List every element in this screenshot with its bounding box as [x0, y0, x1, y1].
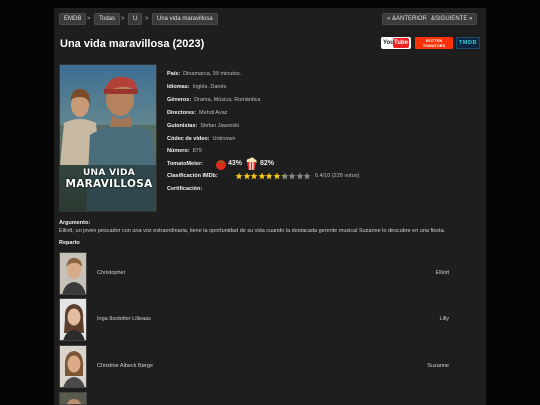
- info-label: Directores:: [167, 110, 197, 116]
- cast-name[interactable]: Christopher: [97, 269, 125, 277]
- cast-photo[interactable]: [59, 252, 87, 295]
- info-languages: Idiomas: Inglés, Danés: [167, 83, 226, 91]
- cast-photo-icon: [60, 253, 86, 294]
- previous-button[interactable]: « &ANTERIOR: [382, 13, 433, 25]
- cast-row[interactable]: Inga Ibsdotter Lilleaas Lilly: [59, 298, 449, 341]
- cast-role: Suzanne: [427, 363, 449, 369]
- critics-score: 43%: [228, 160, 243, 167]
- info-video-codec: Códec de vídeo: Unknown: [167, 135, 235, 143]
- info-number: Número: 879: [167, 147, 202, 155]
- info-label: Guionistas:: [167, 123, 198, 129]
- info-label: País:: [167, 71, 181, 77]
- poster-title-line1: UNA VIDA: [82, 168, 136, 178]
- cast-photo-icon: [60, 299, 86, 340]
- tomato-icon: [216, 160, 226, 170]
- info-value: Dinamarca, 99 minutos.: [183, 71, 242, 77]
- breadcrumb-emdb[interactable]: EMDB: [59, 13, 87, 25]
- next-button[interactable]: &SIGUIENTE »: [426, 13, 478, 25]
- info-label: Códec de vídeo:: [167, 136, 210, 142]
- info-country: País: Dinamarca, 99 minutos.: [167, 70, 241, 78]
- info-tomatometer: TomatoMeter:: [167, 160, 203, 168]
- breadcrumb-separator: >: [145, 16, 149, 22]
- cast-row[interactable]: Christopher Elliott: [59, 252, 449, 295]
- youtube-logo[interactable]: You Tube: [381, 37, 411, 49]
- plot-label: Argumento:: [59, 220, 91, 226]
- cast-name[interactable]: Christine Albeck Børge: [97, 362, 153, 370]
- audience-score: 82%: [260, 160, 275, 167]
- movie-poster[interactable]: UNA VIDA MARAVILLOSA: [59, 64, 157, 212]
- info-label: Clasificación IMDb:: [167, 173, 218, 179]
- cast-photo[interactable]: [59, 345, 87, 388]
- info-value[interactable]: Stefan Jaworski: [200, 123, 239, 129]
- poster-title-line2: MARAVILLOSA: [65, 178, 153, 190]
- info-label: Certificación:: [167, 186, 203, 192]
- info-certification: Certificación:: [167, 185, 205, 193]
- info-value: Unknown: [212, 136, 236, 142]
- info-value: Drama, Música, Romántica: [194, 97, 261, 103]
- rotten-logo-line2: TOMATOES: [422, 43, 446, 48]
- info-label: Géneros:: [167, 97, 192, 103]
- breadcrumb-separator: >: [121, 16, 125, 22]
- info-imdb: Clasificación IMDb:: [167, 172, 218, 180]
- youtube-logo-tube: Tube: [393, 38, 409, 48]
- info-label: Número:: [167, 148, 190, 154]
- info-value: Inglés, Danés: [192, 84, 227, 90]
- star-icon: [303, 172, 312, 180]
- cast-photo[interactable]: [59, 392, 87, 405]
- breadcrumb-todas[interactable]: Todas: [94, 13, 121, 25]
- cast-role: Elliott: [435, 270, 449, 276]
- breadcrumb-letter-u[interactable]: U: [128, 13, 143, 25]
- breadcrumb-separator: >: [87, 16, 91, 22]
- info-directors: Directores: Mehdi Avaz: [167, 109, 227, 117]
- breadcrumb-current[interactable]: Una vida maravillosa: [152, 13, 218, 25]
- cast-name[interactable]: Inga Ibsdotter Lilleaas: [97, 315, 151, 323]
- main-panel: EMDB > Todas > U > Una vida maravillosa …: [54, 8, 486, 405]
- rotten-tomatoes-logo[interactable]: ROTTEN TOMATOES: [415, 37, 453, 49]
- cast-row[interactable]: [59, 392, 449, 405]
- info-label: TomatoMeter:: [167, 161, 203, 167]
- cast-photo[interactable]: [59, 298, 87, 341]
- plot-text: Elliott, un joven pescador con una voz e…: [59, 228, 446, 234]
- page-title: Una vida maravillosa (2023): [60, 38, 205, 50]
- info-writers: Guionistas: Stefan Jaworski: [167, 122, 239, 130]
- info-label: Idiomas:: [167, 84, 190, 90]
- cast-row[interactable]: Christine Albeck Børge Suzanne: [59, 345, 449, 388]
- cast-role: Lilly: [439, 316, 449, 322]
- imdb-rating-text: 6.4/10 (228 votos): [315, 173, 360, 179]
- info-value[interactable]: Mehdi Avaz: [199, 110, 227, 116]
- cast-label: Reparto: [59, 240, 80, 246]
- tmdb-logo[interactable]: TMDB: [456, 37, 480, 49]
- cast-photo-icon: [60, 346, 86, 387]
- cast-photo-icon: [60, 393, 86, 404]
- info-genres: Géneros: Drama, Música, Romántica: [167, 96, 260, 104]
- popcorn-icon: [246, 157, 257, 170]
- info-value: 879: [192, 148, 202, 154]
